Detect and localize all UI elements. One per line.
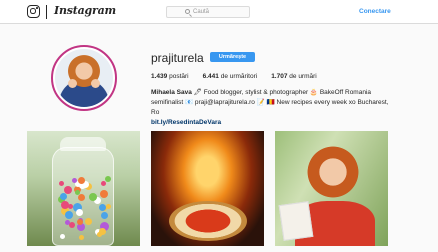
following-label: de urmări [289,73,317,80]
candy-decoration [64,219,70,225]
candy-decoration [88,192,97,201]
profile-stats: 1.439 postări 6.441 de urmăritori 1.707 … [151,73,331,80]
login-link[interactable]: Conectare [359,8,391,15]
follow-button[interactable]: Urmărește [210,52,255,62]
candy-decoration [64,210,73,219]
post-thumbnail-pizza[interactable] [151,131,264,246]
candy-decoration [98,203,106,211]
profile-bio: Mihaela Sava 🖊 Food blogger, stylist & p… [151,88,391,128]
followers-stat[interactable]: 6.441 de urmăritori [203,73,258,80]
candy-decoration [59,234,65,240]
candy-decoration [63,186,72,195]
posts-label: postări [169,73,189,80]
candy-decoration [58,181,64,187]
posts-stat: 1.439 postări [151,73,189,80]
avatar-image [55,49,113,107]
logo-divider [46,5,47,19]
posts-count: 1.439 [151,73,168,80]
profile-avatar[interactable] [51,45,117,111]
portrait-image [307,145,359,205]
instagram-camera-icon[interactable] [27,5,40,18]
post-thumbnail-portrait[interactable] [275,131,388,246]
bio-line-2: semifinalist 📧 praji@laprajiturela.ro 📝 … [151,99,389,116]
post-grid [27,131,391,252]
bio-line-1-text: 🖊 Food blogger, stylist & photographer 🎂… [193,89,372,96]
bio-line-1: Mihaela Sava 🖊 Food blogger, stylist & p… [151,88,391,98]
top-nav: Instagram Caută Conectare [0,0,438,24]
search-input[interactable]: Caută [166,6,250,18]
candy-decoration [76,218,83,225]
candy-decoration [84,217,92,225]
following-stat[interactable]: 1.707 de urmări [271,73,317,80]
following-count: 1.707 [271,73,288,80]
candy-decoration [77,176,85,184]
candy-decoration [98,228,106,236]
pizza-image [169,201,247,241]
followers-count: 6.441 [202,73,219,80]
bio-name: Mihaela Sava [151,89,192,96]
followers-label: de urmăritori [220,73,258,80]
bio-link[interactable]: bit.ly/ResedintaDeVara [151,118,391,128]
jar-lid-image [60,137,106,151]
candy-decoration [59,193,67,201]
candy-decoration [106,203,112,209]
search-placeholder: Caută [193,9,210,15]
profile-username: prajiturela [151,51,204,65]
candy-decoration [72,177,78,183]
candy-decoration [68,222,75,229]
post-thumbnail-candy-jar[interactable] [27,131,140,246]
search-icon [185,9,190,14]
instagram-wordmark[interactable]: Instagram [54,4,116,17]
book-image [278,201,314,241]
